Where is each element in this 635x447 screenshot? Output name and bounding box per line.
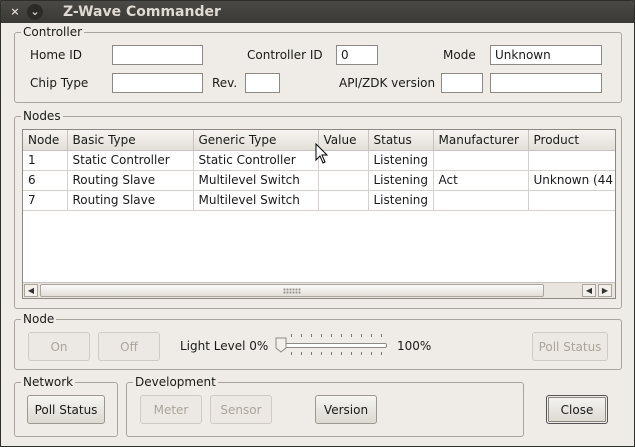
network-poll-status-button[interactable]: Poll Status xyxy=(27,395,105,424)
cell-manufacturer xyxy=(433,190,529,211)
slider-tick xyxy=(361,334,362,337)
slider-tick xyxy=(291,334,292,337)
controller-id-label: Controller ID xyxy=(247,48,323,62)
cell-manufacturer xyxy=(433,150,529,171)
cell-basic-type: Routing Slave xyxy=(67,170,194,191)
arrow-right-icon[interactable]: ▶ xyxy=(598,284,612,297)
node-poll-status-button[interactable]: Poll Status xyxy=(532,332,608,361)
slider-tick xyxy=(291,352,292,355)
cell-node: 1 xyxy=(23,150,68,171)
version-button[interactable]: Version xyxy=(315,395,377,424)
sensor-button[interactable]: Sensor xyxy=(210,395,272,424)
cell-generic-type: Multilevel Switch xyxy=(193,190,319,211)
cell-status: Listening xyxy=(368,190,434,211)
cell-status: Listening xyxy=(368,150,434,171)
network-legend: Network xyxy=(23,375,74,389)
slider-tick xyxy=(341,334,342,337)
rev-field[interactable] xyxy=(245,73,280,93)
cell-value xyxy=(318,170,369,191)
cell-status: Listening xyxy=(368,170,434,191)
cell-node: 6 xyxy=(23,170,68,191)
cell-value xyxy=(318,190,369,211)
cell-product xyxy=(528,150,615,171)
controller-legend: Controller xyxy=(23,25,83,39)
pointer-cursor-icon xyxy=(315,143,329,164)
cell-product xyxy=(528,190,615,211)
close-button[interactable]: Close xyxy=(546,395,608,424)
slider-tick xyxy=(381,352,382,355)
slider-tick xyxy=(331,334,332,337)
cell-basic-type: Routing Slave xyxy=(67,190,194,211)
mode-label: Mode xyxy=(443,48,476,62)
chip-type-label: Chip Type xyxy=(30,76,89,90)
slider-tick xyxy=(371,352,372,355)
slider-track[interactable] xyxy=(283,343,387,348)
column-header-status[interactable]: Status xyxy=(368,130,434,151)
rev-label: Rev. xyxy=(212,76,238,90)
off-button[interactable]: Off xyxy=(98,332,160,361)
slider-tick xyxy=(381,334,382,337)
home-id-field[interactable] xyxy=(112,45,203,65)
scrollbar-thumb[interactable] xyxy=(40,284,544,297)
title-bar: × ⌄ Z-Wave Commander xyxy=(1,1,634,23)
slider-tick xyxy=(351,352,352,355)
slider-tick xyxy=(351,334,352,337)
light-level-max-label: 100% xyxy=(397,339,432,353)
table-row[interactable]: 6 Routing Slave Multilevel Switch Listen… xyxy=(23,170,615,191)
main-window: × ⌄ Z-Wave Commander Controller Home ID … xyxy=(0,0,635,447)
slider-tick xyxy=(361,352,362,355)
cell-node: 7 xyxy=(23,190,68,211)
cell-generic-type: Static Controller xyxy=(193,150,319,171)
slider-thumb[interactable] xyxy=(275,337,287,353)
cell-generic-type: Multilevel Switch xyxy=(193,170,319,191)
node-legend: Node xyxy=(23,312,55,326)
light-level-label: Light Level 0% xyxy=(180,339,269,353)
chevron-down-icon[interactable]: ⌄ xyxy=(27,4,43,20)
slider-tick xyxy=(371,334,372,337)
meter-button[interactable]: Meter xyxy=(140,395,202,424)
arrow-left-icon[interactable]: ◀ xyxy=(582,284,596,297)
slider-tick xyxy=(301,352,302,355)
cell-manufacturer: Act xyxy=(433,170,529,191)
slider-tick xyxy=(321,352,322,355)
slider-tick xyxy=(301,334,302,337)
column-header-manufacturer[interactable]: Manufacturer xyxy=(433,130,529,151)
column-header-generic-type[interactable]: Generic Type xyxy=(193,130,319,151)
column-header-basic-type[interactable]: Basic Type xyxy=(67,130,194,151)
api-version-field-1[interactable] xyxy=(441,73,483,93)
slider-tick xyxy=(341,352,342,355)
slider-tick xyxy=(311,334,312,337)
slider-tick xyxy=(321,334,322,337)
grip-icon xyxy=(283,288,301,294)
nodes-legend: Nodes xyxy=(23,109,61,123)
column-header-node[interactable]: Node xyxy=(23,130,68,151)
horizontal-scrollbar[interactable]: ◀ ◀ ▶ xyxy=(23,282,615,298)
slider-tick xyxy=(311,352,312,355)
home-id-label: Home ID xyxy=(30,48,83,62)
controller-id-field[interactable] xyxy=(336,45,378,65)
cell-product: Unknown (44 xyxy=(528,170,615,191)
arrow-left-icon[interactable]: ◀ xyxy=(24,284,38,297)
on-button[interactable]: On xyxy=(28,332,90,361)
chip-type-field[interactable] xyxy=(112,73,203,93)
window-title: Z-Wave Commander xyxy=(63,4,221,20)
mode-field[interactable] xyxy=(490,45,602,65)
close-icon[interactable]: × xyxy=(7,4,23,20)
table-row[interactable]: 7 Routing Slave Multilevel Switch Listen… xyxy=(23,190,615,211)
slider-tick xyxy=(331,352,332,355)
api-version-label: API/ZDK version xyxy=(339,76,436,90)
column-header-product[interactable]: Product xyxy=(528,130,615,151)
api-version-field-2[interactable] xyxy=(490,73,602,93)
development-legend: Development xyxy=(135,375,216,389)
cell-basic-type: Static Controller xyxy=(67,150,194,171)
